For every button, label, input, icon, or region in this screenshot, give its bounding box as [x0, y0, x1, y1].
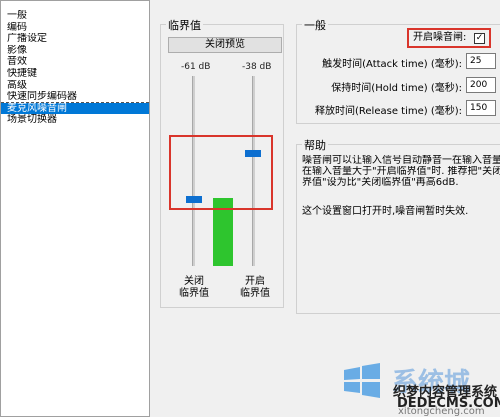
enable-noise-gate-label: 开启噪音闸:: [413, 32, 467, 43]
slider-highlight-box: [169, 135, 273, 210]
settings-sidebar: 一般 编码 广播设定 影像 音效 快捷键 高级 快速同步编码器 麦克风噪音闸 场…: [0, 0, 150, 417]
attack-time-label: 触发时间(Attack time) (毫秒):: [322, 59, 462, 70]
hold-time-input[interactable]: 200: [466, 77, 496, 93]
sidebar-item-video[interactable]: 影像: [1, 45, 149, 57]
windows-logo-icon: [344, 363, 380, 398]
help-group-title: 帮助: [302, 137, 328, 153]
sidebar-item-scene-switcher[interactable]: 场景切换器: [1, 114, 149, 126]
release-time-input[interactable]: 150: [466, 100, 496, 116]
help-line-1: 噪音闸可以让输入信号自动静音一在输入音量: [302, 155, 500, 166]
help-line-3: 界值"设为比"关闭临界值"再高6dB.: [302, 177, 459, 188]
hold-time-label: 保持时间(Hold time) (毫秒):: [331, 83, 462, 94]
sidebar-item-noise-gate[interactable]: 麦克风噪音闸: [1, 102, 149, 115]
disable-preview-button[interactable]: 关闭预览: [168, 37, 282, 53]
help-note: 这个设置窗口打开时,噪音闸暂时失效.: [302, 206, 469, 217]
open-threshold-db: -38 dB: [242, 62, 272, 72]
sidebar-item-advanced[interactable]: 高级: [1, 80, 149, 92]
close-threshold-caption: 关闭 临界值: [179, 276, 209, 299]
help-description: 噪音闸可以让输入信号自动静音一在输入音量 在输入音量大于"开启临界值"时. 推荐…: [302, 155, 500, 188]
threshold-group-title: 临界值: [166, 17, 203, 33]
sidebar-item-quicksync[interactable]: 快速同步编码器: [1, 91, 149, 103]
enable-noise-gate-row[interactable]: 开启噪音闸: ✓: [407, 28, 491, 48]
sidebar-item-general[interactable]: 一般: [1, 10, 149, 22]
attack-time-input[interactable]: 25: [466, 53, 496, 69]
open-threshold-caption: 开启 临界值: [240, 276, 270, 299]
enable-noise-gate-checkbox[interactable]: ✓: [474, 33, 485, 44]
watermark-url-secondary: xitongcheng.com: [398, 406, 485, 417]
sidebar-item-broadcast[interactable]: 广播设定: [1, 33, 149, 45]
general-group-title: 一般: [302, 17, 328, 33]
sidebar-item-hotkeys[interactable]: 快捷键: [1, 68, 149, 80]
release-time-label: 释放时间(Release time) (毫秒):: [315, 106, 462, 117]
sidebar-item-encoding[interactable]: 编码: [1, 22, 149, 34]
help-line-2: 在输入音量大于"开启临界值"时. 推荐把"关闭: [302, 166, 500, 177]
sidebar-item-audio[interactable]: 音效: [1, 56, 149, 68]
close-threshold-db: -61 dB: [181, 62, 211, 72]
